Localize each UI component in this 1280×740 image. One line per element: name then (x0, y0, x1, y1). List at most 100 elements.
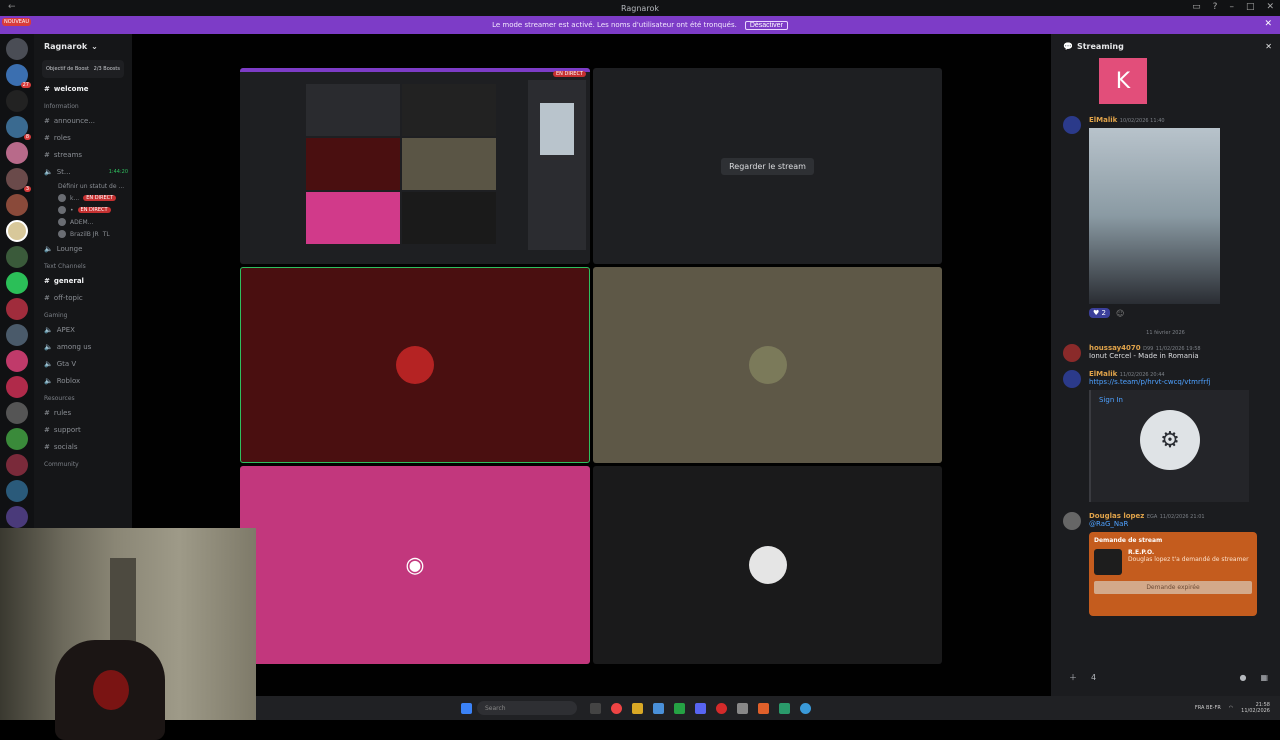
channel-item[interactable]: 🔈 Gta V (34, 355, 132, 372)
boost-goal[interactable]: Objectif de Boost 2/3 Boosts (42, 60, 124, 78)
channel-item[interactable]: # off-topic (34, 289, 132, 306)
taskbar-search[interactable]: Search (477, 701, 577, 715)
server-icon[interactable]: 8 (6, 116, 31, 140)
preview-mini-tile (306, 138, 400, 190)
voice-user[interactable]: ADEM... (34, 216, 132, 228)
server-header[interactable]: Ragnarok ⌄ (34, 34, 132, 58)
message-author[interactable]: ElMalik 10/02/2026 11:40 (1089, 116, 1220, 124)
server-icon[interactable] (6, 298, 28, 320)
minimize-button[interactable]: – (1229, 2, 1234, 12)
participant-tile[interactable] (593, 267, 942, 463)
close-panel-icon[interactable]: ✕ (1265, 42, 1272, 51)
author-avatar[interactable] (1063, 512, 1081, 530)
channel-item[interactable]: # rules (34, 404, 132, 421)
inbox-icon[interactable]: ▭ (1192, 2, 1201, 12)
message-author[interactable]: ElMalik 11/02/2026 20:44 (1089, 370, 1249, 378)
channel-item[interactable]: # streams (34, 146, 132, 163)
message-author[interactable]: Douglas lopez EGA 11/02/2026 21:01 (1089, 512, 1257, 520)
preview-mini-grid (306, 84, 400, 136)
author-avatar[interactable] (1063, 116, 1081, 134)
disable-streamer-button[interactable]: Désactiver (744, 20, 788, 30)
channel-item[interactable]: # welcome (34, 80, 132, 97)
wifi-icon[interactable]: ◠ (1229, 705, 1233, 711)
channel-item[interactable]: 🔈 Roblox (34, 372, 132, 389)
add-reaction-icon[interactable]: ☺ (1116, 309, 1124, 318)
channel-category[interactable]: Text Channels (34, 257, 132, 272)
stream-tile[interactable]: Regarder le stream (593, 68, 942, 264)
whatsapp-icon[interactable] (674, 702, 685, 714)
server-icon[interactable] (6, 142, 28, 164)
channel-item[interactable]: # general (34, 272, 132, 289)
clock[interactable]: 21:58 11/02/2026 (1241, 702, 1270, 714)
channel-category[interactable]: Community (34, 455, 132, 470)
server-icon[interactable] (6, 402, 28, 424)
author-avatar[interactable] (1063, 370, 1081, 388)
settings-icon[interactable] (737, 702, 748, 714)
channel-item[interactable]: # support (34, 421, 132, 438)
apps-icon[interactable]: ▦ (1260, 673, 1268, 682)
discord-icon[interactable] (695, 702, 706, 714)
voice-user[interactable]: BrazilB JR TL (34, 228, 132, 240)
author-avatar[interactable] (1063, 344, 1081, 362)
server-icon-ragnarok[interactable] (6, 220, 28, 242)
store-icon[interactable] (653, 702, 664, 714)
server-icon[interactable] (6, 246, 28, 268)
emoji-icon[interactable]: ● (1239, 673, 1246, 682)
channel-item[interactable]: 🔈 among us (34, 338, 132, 355)
start-icon[interactable] (461, 702, 472, 714)
opera-icon[interactable] (716, 702, 727, 714)
language-indicator[interactable]: FRA BE-FR (1195, 705, 1221, 711)
maximize-button[interactable]: □ (1246, 2, 1255, 12)
server-icon[interactable] (6, 350, 28, 372)
stream-preview-tile[interactable]: EN DIRECT (240, 68, 590, 264)
server-icon[interactable] (6, 194, 28, 216)
edge-icon[interactable] (800, 702, 811, 714)
app-icon[interactable] (779, 702, 790, 714)
server-icon[interactable]: 27 (6, 64, 31, 88)
channel-item[interactable]: # socials (34, 438, 132, 455)
server-icon[interactable] (6, 480, 28, 502)
watch-stream-button[interactable]: Regarder le stream (721, 157, 814, 175)
selfie-photo[interactable] (1089, 128, 1220, 304)
channel-category[interactable]: Gaming (34, 306, 132, 321)
channel-item[interactable]: 🔈 St... 1:44:20 (34, 163, 132, 180)
app-icon[interactable] (758, 702, 769, 714)
file-explorer-icon[interactable] (632, 702, 643, 714)
add-attachment-icon[interactable]: ＋ (1069, 672, 1077, 683)
server-icon[interactable] (6, 324, 28, 346)
channel-item[interactable]: # announce... (34, 112, 132, 129)
server-icon[interactable]: 3 (6, 168, 31, 192)
participant-tile[interactable] (593, 466, 942, 664)
message-link[interactable]: https://s.team/p/hrvt-cwcq/vtmrfrfj (1089, 378, 1249, 386)
voice-status[interactable]: Définir un statut de ... (34, 180, 132, 192)
channel-item[interactable]: 🔈 APEX (34, 321, 132, 338)
window-titlebar: ← Ragnarok ▭ ? – □ ✕ (0, 0, 1280, 16)
voice-user[interactable]: • EN DIRECT (34, 204, 132, 216)
user-mention[interactable]: @RaG_NaR (1089, 520, 1257, 528)
back-icon[interactable]: ← (8, 2, 16, 12)
server-icon[interactable] (6, 506, 28, 528)
task-view-icon[interactable] (590, 702, 601, 714)
help-icon[interactable]: ? (1213, 2, 1218, 12)
server-icon[interactable] (6, 272, 28, 294)
embed-title[interactable]: Sign In (1099, 396, 1241, 404)
server-icon[interactable] (6, 428, 28, 450)
server-icon[interactable] (6, 376, 28, 398)
channel-category[interactable]: Resources (34, 389, 132, 404)
channel-category[interactable]: Information (34, 97, 132, 112)
participant-tile[interactable]: ◉ (240, 466, 590, 664)
close-banner-icon[interactable]: ✕ (1264, 19, 1272, 29)
chrome-icon[interactable] (611, 702, 622, 714)
voice-user[interactable]: k... EN DIRECT (34, 192, 132, 204)
close-window-button[interactable]: ✕ (1266, 2, 1274, 12)
channel-name: announce... (53, 116, 96, 125)
server-icon[interactable] (6, 454, 28, 476)
channel-item[interactable]: # roles (34, 129, 132, 146)
server-icon[interactable] (6, 90, 28, 112)
message-author[interactable]: houssay4070 D99 11/02/2026 19:58 (1089, 344, 1201, 352)
channel-item[interactable]: 🔈 Lounge (34, 240, 132, 257)
heart-reaction[interactable]: ♥ 2 (1089, 308, 1110, 318)
request-text: Douglas lopez t'a demandé de streamer (1128, 556, 1249, 563)
server-icon[interactable] (6, 38, 28, 60)
participant-tile[interactable] (240, 267, 590, 463)
